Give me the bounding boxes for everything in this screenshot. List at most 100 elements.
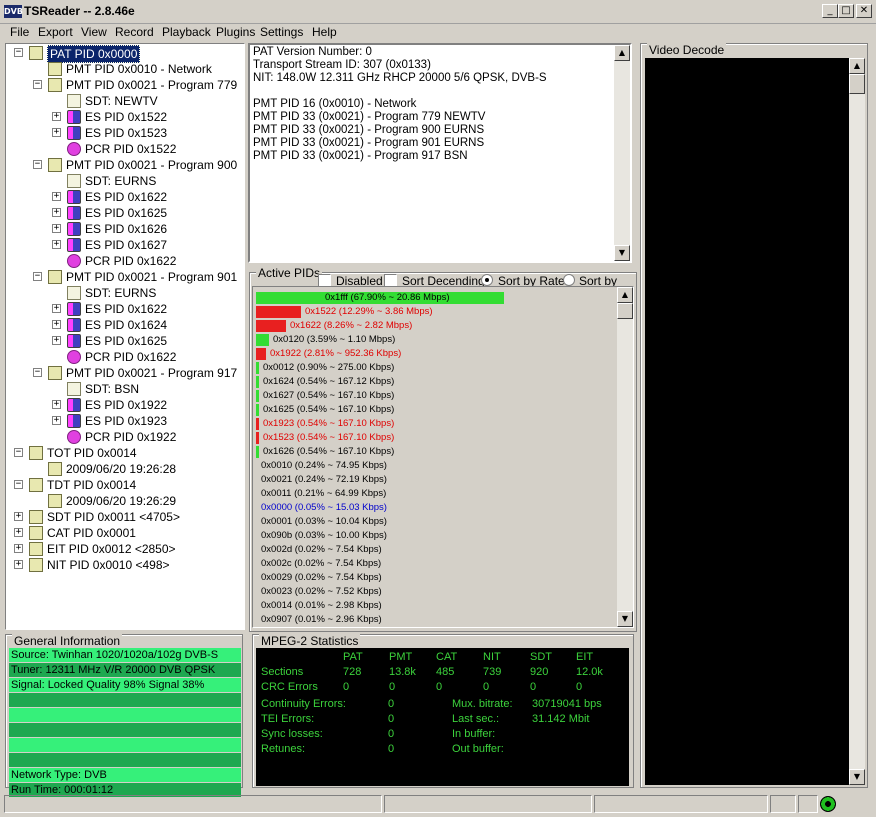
expand-icon[interactable]: +: [52, 336, 61, 345]
tree-item[interactable]: + ES PID 0x1522: [6, 109, 242, 125]
expand-icon[interactable]: +: [52, 240, 61, 249]
pid-row[interactable]: 0x1625 (0.54% ~ 167.10 Kbps): [256, 403, 616, 417]
expand-icon[interactable]: +: [52, 416, 61, 425]
collapse-icon[interactable]: −: [33, 272, 42, 281]
pat-info-panel[interactable]: PAT Version Number: 0 Transport Stream ID…: [248, 43, 632, 263]
tree-item[interactable]: PCR PID 0x1622: [6, 349, 242, 365]
pid-row[interactable]: 0x002c (0.02% ~ 7.54 Kbps): [256, 557, 616, 571]
pid-row[interactable]: 0x0023 (0.02% ~ 7.52 Kbps): [256, 585, 616, 599]
video-scrollbar[interactable]: ▲ ▼: [849, 58, 865, 785]
tree-item[interactable]: 2009/06/20 19:26:29: [6, 493, 242, 509]
tree-item[interactable]: + ES PID 0x1626: [6, 221, 242, 237]
tree-item[interactable]: + CAT PID 0x0001: [6, 525, 242, 541]
pid-row[interactable]: 0x0010 (0.24% ~ 74.95 Kbps): [256, 459, 616, 473]
expand-icon[interactable]: +: [52, 400, 61, 409]
tree-item[interactable]: − PMT PID 0x0021 - Program 901: [6, 269, 242, 285]
menu-help[interactable]: Help: [312, 25, 337, 39]
pid-tree[interactable]: − PAT PID 0x0000 PMT PID 0x0010 - Network −…: [5, 43, 245, 630]
tree-item[interactable]: − PAT PID 0x0000: [6, 45, 242, 63]
tree-item[interactable]: + ES PID 0x1922: [6, 397, 242, 413]
tree-item[interactable]: + ES PID 0x1625: [6, 205, 242, 221]
scroll-thumb[interactable]: [617, 303, 633, 319]
pid-row[interactable]: 0x1fff (67.90% ~ 20.86 Mbps): [256, 291, 616, 305]
tree-item[interactable]: + ES PID 0x1624: [6, 317, 242, 333]
tree-item[interactable]: + ES PID 0x1625: [6, 333, 242, 349]
active-pids-list[interactable]: 0x1fff (67.90% ~ 20.86 Mbps) 0x1522 (12.2…: [252, 286, 634, 628]
tree-item[interactable]: + NIT PID 0x0010 <498>: [6, 557, 242, 573]
video-display[interactable]: [645, 58, 857, 785]
scroll-down-icon[interactable]: ▼: [614, 245, 630, 261]
pid-row[interactable]: 0x1522 (12.29% ~ 3.86 Mbps): [256, 305, 616, 319]
scroll-up-icon[interactable]: ▲: [849, 58, 865, 74]
expand-icon[interactable]: +: [52, 192, 61, 201]
tree-item[interactable]: PCR PID 0x1922: [6, 429, 242, 445]
collapse-icon[interactable]: −: [33, 368, 42, 377]
tree-item[interactable]: − TOT PID 0x0014: [6, 445, 242, 461]
pid-row[interactable]: 0x1923 (0.54% ~ 167.10 Kbps): [256, 417, 616, 431]
expand-icon[interactable]: +: [14, 512, 23, 521]
collapse-icon[interactable]: −: [14, 480, 23, 489]
menu-plugins[interactable]: Plugins: [216, 25, 255, 39]
pid-row[interactable]: 0x0012 (0.90% ~ 275.00 Kbps): [256, 361, 616, 375]
collapse-icon[interactable]: −: [14, 448, 23, 457]
collapse-icon[interactable]: −: [14, 48, 23, 57]
menu-view[interactable]: View: [81, 25, 107, 39]
expand-icon[interactable]: +: [14, 544, 23, 553]
tree-item[interactable]: + ES PID 0x1923: [6, 413, 242, 429]
pid-row[interactable]: 0x0907 (0.01% ~ 2.96 Kbps): [256, 613, 616, 627]
pid-row[interactable]: 0x1627 (0.54% ~ 167.10 Kbps): [256, 389, 616, 403]
pid-row[interactable]: 0x090b (0.03% ~ 10.00 Kbps): [256, 529, 616, 543]
tree-item[interactable]: PCR PID 0x1622: [6, 253, 242, 269]
sort-by-pid-radio[interactable]: [563, 274, 575, 286]
info-scrollbar[interactable]: ▲ ▼: [614, 45, 630, 261]
tree-item[interactable]: + ES PID 0x1523: [6, 125, 242, 141]
tree-item[interactable]: + ES PID 0x1627: [6, 237, 242, 253]
tree-item[interactable]: − PMT PID 0x0021 - Program 917: [6, 365, 242, 381]
tree-item[interactable]: − TDT PID 0x0014: [6, 477, 242, 493]
tree-item[interactable]: PCR PID 0x1522: [6, 141, 242, 157]
tree-item[interactable]: − PMT PID 0x0021 - Program 779: [6, 77, 242, 93]
scroll-up-icon[interactable]: ▲: [614, 45, 630, 61]
collapse-icon[interactable]: −: [33, 80, 42, 89]
sort-by-rate-radio[interactable]: [481, 274, 493, 286]
expand-icon[interactable]: +: [52, 320, 61, 329]
menu-settings[interactable]: Settings: [260, 25, 303, 39]
menu-export[interactable]: Export: [38, 25, 73, 39]
maximize-button[interactable]: □: [838, 4, 854, 18]
expand-icon[interactable]: +: [52, 304, 61, 313]
tree-item[interactable]: − PMT PID 0x0021 - Program 900: [6, 157, 242, 173]
pid-list-scrollbar[interactable]: ▲ ▼: [617, 287, 633, 627]
menu-file[interactable]: File: [10, 25, 29, 39]
pid-row[interactable]: 0x0000 (0.05% ~ 15.03 Kbps): [256, 501, 616, 515]
tree-item[interactable]: SDT: EURNS: [6, 285, 242, 301]
scroll-thumb[interactable]: [849, 74, 865, 94]
minimize-button[interactable]: _: [822, 4, 838, 18]
scroll-down-icon[interactable]: ▼: [849, 769, 865, 785]
tree-item[interactable]: SDT: NEWTV: [6, 93, 242, 109]
tree-item[interactable]: + ES PID 0x1622: [6, 189, 242, 205]
pid-row[interactable]: 0x1622 (8.26% ~ 2.82 Mbps): [256, 319, 616, 333]
close-button[interactable]: ✕: [856, 4, 872, 18]
expand-icon[interactable]: +: [52, 224, 61, 233]
collapse-icon[interactable]: −: [33, 160, 42, 169]
scroll-down-icon[interactable]: ▼: [617, 611, 633, 627]
tree-item[interactable]: SDT: EURNS: [6, 173, 242, 189]
expand-icon[interactable]: +: [52, 208, 61, 217]
tree-item[interactable]: + EIT PID 0x0012 <2850>: [6, 541, 242, 557]
tree-item[interactable]: + ES PID 0x1622: [6, 301, 242, 317]
tree-item[interactable]: PMT PID 0x0010 - Network: [6, 61, 242, 77]
expand-icon[interactable]: +: [52, 112, 61, 121]
menu-playback[interactable]: Playback: [162, 25, 211, 39]
expand-icon[interactable]: +: [14, 528, 23, 537]
tree-item[interactable]: 2009/06/20 19:26:28: [6, 461, 242, 477]
pid-row[interactable]: 0x002d (0.02% ~ 7.54 Kbps): [256, 543, 616, 557]
pid-row[interactable]: 0x0021 (0.24% ~ 72.19 Kbps): [256, 473, 616, 487]
pid-row[interactable]: 0x0011 (0.21% ~ 64.99 Kbps): [256, 487, 616, 501]
pid-row[interactable]: 0x0120 (3.59% ~ 1.10 Mbps): [256, 333, 616, 347]
menu-record[interactable]: Record: [115, 25, 154, 39]
pid-row[interactable]: 0x1626 (0.54% ~ 167.10 Kbps): [256, 445, 616, 459]
pid-row[interactable]: 0x0029 (0.02% ~ 7.54 Kbps): [256, 571, 616, 585]
tree-item[interactable]: + SDT PID 0x0011 <4705>: [6, 509, 242, 525]
pid-row[interactable]: 0x0001 (0.03% ~ 10.04 Kbps): [256, 515, 616, 529]
pid-row[interactable]: 0x0014 (0.01% ~ 2.98 Kbps): [256, 599, 616, 613]
